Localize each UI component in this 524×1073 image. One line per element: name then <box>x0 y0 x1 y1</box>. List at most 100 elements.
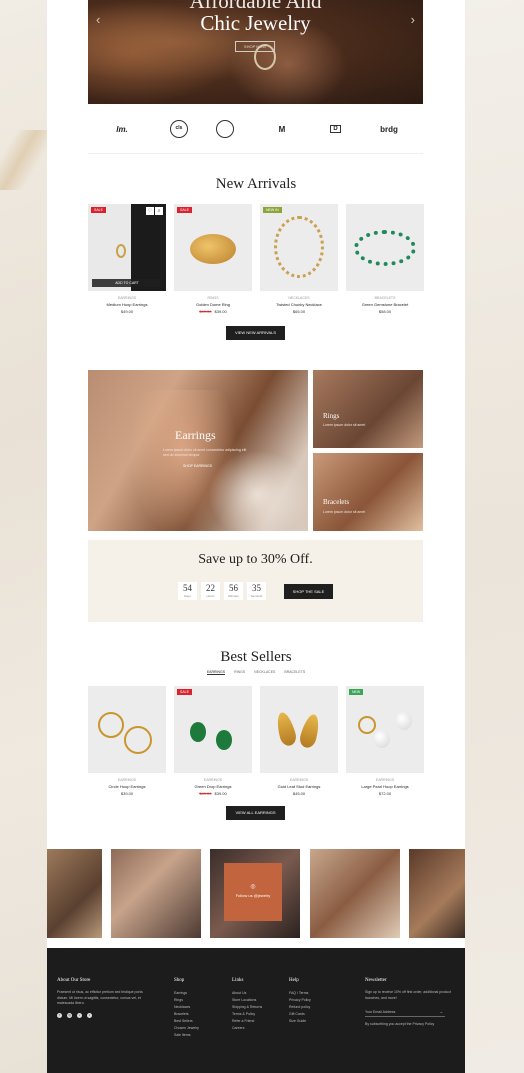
leaf-earring-graphic <box>273 710 299 748</box>
footer-link[interactable]: About Us <box>232 990 262 997</box>
product-card[interactable]: SALE RINGS Golden Dome Ring $49.00 $39.00 <box>174 204 252 314</box>
footer-link[interactable]: Shipping & Returns <box>232 1004 262 1011</box>
footer-link[interactable]: Best Sellers <box>174 1018 199 1025</box>
shop-sale-button[interactable]: SHOP THE SALE <box>284 584 333 599</box>
add-to-cart-button[interactable]: ADD TO CART <box>92 279 162 287</box>
product-name[interactable]: Large Pearl Hoop Earrings <box>346 784 424 789</box>
product-category: NECKLACES <box>288 296 310 300</box>
category-title: Earrings <box>175 428 216 442</box>
product-card[interactable]: NEW EARRINGS Large Pearl Hoop Earrings $… <box>346 686 424 796</box>
footer-link[interactable]: Terms & Policy <box>232 1011 262 1018</box>
footer-link[interactable]: FAQ / Terms <box>289 990 311 997</box>
footer-link[interactable]: Necklaces <box>174 1004 199 1011</box>
carousel-prev-icon[interactable]: ‹ <box>96 12 100 27</box>
search-icon[interactable]: ⌕ <box>155 207 163 215</box>
divider <box>88 153 423 154</box>
product-name[interactable]: Medium Hoop Earrings <box>88 302 166 307</box>
countdown-seconds: 35 Seconds <box>247 582 266 600</box>
footer-shop: Shop Earrings Rings Necklaces Bracelets … <box>174 978 199 1039</box>
twitter-icon[interactable]: t <box>87 1012 92 1018</box>
tab-necklaces[interactable]: NECKLACES <box>254 670 275 674</box>
bracelets-category-banner[interactable]: Bracelets Lorem ipsum dolor sit amet <box>313 453 423 531</box>
category-title: Bracelets <box>323 498 350 506</box>
product-price: $39.00 <box>120 791 134 796</box>
product-card[interactable]: BRACELETS Green Gemstone Bracelet $58.00 <box>346 204 424 314</box>
footer-link[interactable]: Refund policy <box>289 1004 311 1011</box>
newsletter-consent: By subscribing you accept the Privacy Po… <box>365 1022 435 1026</box>
rings-category-banner[interactable]: Rings Lorem ipsum dolor sit amet <box>313 370 423 448</box>
product-category: EARRINGS <box>117 296 137 300</box>
tab-bracelets[interactable]: BRACELETS <box>284 670 305 674</box>
arrow-right-icon[interactable]: → <box>439 1007 443 1017</box>
view-new-arrivals-button[interactable]: VIEW NEW ARRIVALS <box>226 326 285 340</box>
view-all-earrings-button[interactable]: VIEW ALL EARRINGS <box>226 806 285 820</box>
footer-links: Links About Us Store Locations Shipping … <box>232 978 262 1032</box>
product-name[interactable]: Gold Leaf Stud Earrings <box>260 784 338 789</box>
product-card[interactable]: EARRINGS Circle Hoop Earrings $39.00 <box>88 686 166 796</box>
newsletter-email-input[interactable]: Your Email Address → <box>365 1007 445 1017</box>
category-description: Lorem ipsum dolor sit amet <box>323 510 366 514</box>
new-arrivals-grid: SALE ♡ ⌕ ADD TO CART EARRINGS Medium Hoo… <box>88 204 424 314</box>
instagram-icon[interactable]: ◎ <box>67 1012 72 1018</box>
instagram-gallery: ◎ Follow us @jewelry <box>47 849 465 938</box>
tiktok-icon[interactable]: ♪ <box>77 1012 82 1018</box>
product-image: SALE <box>174 204 252 291</box>
social-links: f ◎ ♪ t <box>57 1012 145 1018</box>
tab-earrings[interactable]: EARRINGS <box>206 670 226 675</box>
product-card[interactable]: EARRINGS Gold Leaf Stud Earrings $45.00 <box>260 686 338 796</box>
shop-earrings-link[interactable]: SHOP EARRINGS <box>183 464 212 468</box>
product-category: BRACELETS <box>374 296 396 300</box>
earrings-category-banner[interactable]: Earrings Lorem ipsum dolor sit amet cons… <box>88 370 308 531</box>
footer-link[interactable]: Earrings <box>174 990 199 997</box>
gallery-image[interactable]: ◎ Follow us @jewelry <box>210 849 300 938</box>
footer-newsletter: Newsletter Sign up to receive 10% off fi… <box>365 978 457 1028</box>
hoop-earring-graphic <box>116 244 126 258</box>
footer-link[interactable]: Privacy Policy <box>289 997 311 1004</box>
footer-link[interactable]: Bracelets <box>174 1011 199 1018</box>
product-name[interactable]: Green Gemstone Bracelet <box>346 302 424 307</box>
footer-link[interactable]: Sale Items <box>174 1032 199 1039</box>
hero-shop-button[interactable]: SHOP NOW <box>235 41 275 52</box>
best-sellers-tabs: EARRINGS RINGS NECKLACES BRACELETS <box>47 670 465 675</box>
carousel-next-icon[interactable]: › <box>411 12 415 27</box>
product-category: EARRINGS <box>375 778 395 782</box>
hero-title-line2: Chic Jewelry <box>200 11 311 35</box>
product-name[interactable]: Circle Hoop Earrings <box>88 784 166 789</box>
product-category: EARRINGS <box>117 778 137 782</box>
product-name[interactable]: Twisted Chunky Necklace <box>260 302 338 307</box>
footer-link[interactable]: Store Locations <box>232 997 262 1004</box>
hoop-earring-graphic <box>98 712 124 738</box>
product-image: NEW IN <box>260 204 338 291</box>
gallery-image[interactable] <box>111 849 201 938</box>
heart-icon[interactable]: ♡ <box>146 207 154 215</box>
product-card[interactable]: NEW IN NECKLACES Twisted Chunky Necklace… <box>260 204 338 314</box>
footer-link[interactable]: Chosen Jewelry <box>174 1025 199 1032</box>
gallery-image[interactable] <box>47 849 102 938</box>
footer-link[interactable]: Size Guide <box>289 1018 311 1025</box>
product-category: EARRINGS <box>289 778 309 782</box>
hero-banner: Affordable And Chic Jewelry SHOP NOW ‹ › <box>88 0 423 104</box>
footer-heading: Newsletter <box>365 978 387 983</box>
footer-link[interactable]: Gift Cards <box>289 1011 311 1018</box>
footer-link[interactable]: Rings <box>174 997 199 1004</box>
product-card[interactable]: SALE EARRINGS Green Drop Earrings $49.00… <box>174 686 252 796</box>
product-card[interactable]: SALE ♡ ⌕ ADD TO CART EARRINGS Medium Hoo… <box>88 204 166 314</box>
footer-link[interactable]: Refer a Friend <box>232 1018 262 1025</box>
footer-link[interactable]: Careers <box>232 1025 262 1032</box>
facebook-icon[interactable]: f <box>57 1012 62 1018</box>
tab-rings[interactable]: RINGS <box>234 670 245 674</box>
gallery-image[interactable] <box>310 849 400 938</box>
footer: About Our Store Praesent ut risus, ac ef… <box>47 948 465 1073</box>
brand-logo: brdg <box>380 124 398 134</box>
background-streak <box>0 130 48 190</box>
sale-countdown-section: Save up to 30% Off. 54 Days 22 Hours 56 Min… <box>88 540 423 622</box>
brand-logo: D <box>330 125 341 133</box>
footer-heading: Links <box>232 978 244 983</box>
product-name[interactable]: Golden Dome Ring <box>174 302 252 307</box>
product-price: $58.00 <box>378 309 392 314</box>
best-sellers-grid: EARRINGS Circle Hoop Earrings $39.00 SAL… <box>88 686 424 796</box>
follow-card[interactable]: ◎ Follow us @jewelry <box>224 863 282 921</box>
gallery-image[interactable] <box>409 849 465 938</box>
countdown-minutes: 56 Minutes <box>224 582 243 600</box>
product-name[interactable]: Green Drop Earrings <box>174 784 252 789</box>
